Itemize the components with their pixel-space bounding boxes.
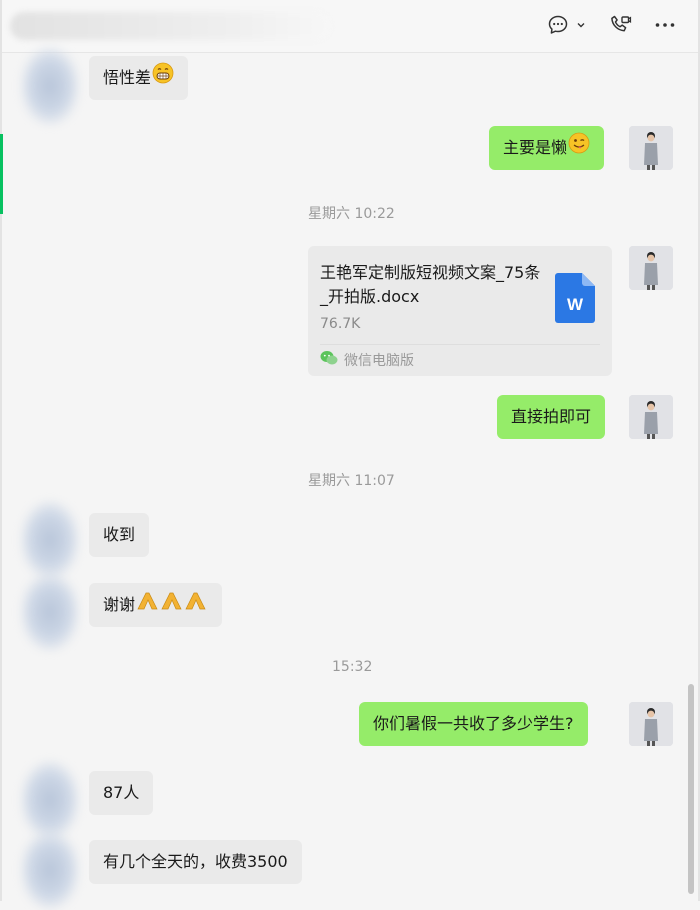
message-text: 直接拍即可 — [511, 407, 592, 426]
message-bubble-incoming[interactable]: 有几个全天的，收费3500 — [89, 840, 302, 884]
message-text: 主要是懒 — [503, 138, 568, 157]
message-bubble-outgoing[interactable]: 主要是懒 — [489, 126, 605, 171]
message-text: 87人 — [103, 783, 140, 802]
chevron-down-icon — [576, 20, 586, 30]
winking-tongue-face-icon — [568, 127, 590, 171]
message-text: 收到 — [103, 525, 136, 544]
chat-bubble-dots-icon — [546, 13, 570, 37]
phone-video-icon — [608, 13, 632, 37]
my-avatar[interactable] — [629, 702, 673, 746]
message-bubble-incoming[interactable]: 谢谢 — [89, 583, 223, 628]
contact-avatar-blurred[interactable] — [20, 830, 80, 910]
message-text: 你们暑假一共收了多少学生? — [373, 714, 574, 733]
scrollbar-thumb[interactable] — [688, 684, 694, 894]
file-source: 微信电脑版 — [320, 350, 414, 370]
active-indicator-bar — [0, 134, 3, 214]
my-avatar[interactable] — [629, 395, 673, 439]
more-options-button[interactable] — [653, 13, 677, 37]
svg-text:W: W — [567, 295, 584, 314]
my-avatar[interactable] — [629, 126, 673, 170]
message-text: 有几个全天的，收费3500 — [103, 852, 288, 871]
message-bubble-outgoing[interactable]: 你们暑假一共收了多少学生? — [359, 702, 588, 746]
timestamp: 星期六 10:22 — [308, 206, 395, 222]
chat-header — [2, 0, 698, 53]
chat-menu-button[interactable] — [546, 13, 586, 37]
timestamp: 星期六 11:07 — [308, 473, 395, 489]
message-text: 悟性差 — [103, 68, 152, 87]
message-text: 谢谢 — [103, 595, 136, 614]
file-card-divider — [320, 344, 600, 345]
more-dots-icon — [653, 13, 677, 37]
message-bubble-outgoing[interactable]: 直接拍即可 — [497, 395, 606, 439]
contact-avatar-blurred[interactable] — [20, 500, 80, 580]
contact-avatar-blurred[interactable] — [20, 760, 80, 840]
message-bubble-incoming[interactable]: 87人 — [89, 771, 154, 815]
my-avatar[interactable] — [629, 246, 673, 290]
word-document-icon: W — [555, 273, 595, 327]
call-button[interactable] — [608, 13, 632, 37]
grinning-face-icon — [152, 57, 174, 101]
contact-name-blurred — [10, 12, 330, 40]
timestamp: 15:32 — [332, 659, 373, 675]
file-message-card[interactable]: 王艳军定制版短视频文案_75条_开拍版.docx W 76.7K 微信电脑版 — [308, 246, 612, 376]
message-bubble-incoming[interactable]: 收到 — [89, 513, 150, 557]
file-source-label: 微信电脑版 — [344, 353, 414, 369]
contact-avatar-blurred[interactable] — [20, 46, 80, 126]
file-name: 王艳军定制版短视频文案_75条_开拍版.docx — [320, 263, 541, 306]
file-size: 76.7K — [320, 316, 361, 332]
folded-hands-icon — [136, 584, 208, 628]
message-bubble-incoming[interactable]: 悟性差 — [89, 56, 189, 101]
contact-avatar-blurred[interactable] — [20, 572, 80, 652]
wechat-logo-icon — [320, 350, 338, 370]
